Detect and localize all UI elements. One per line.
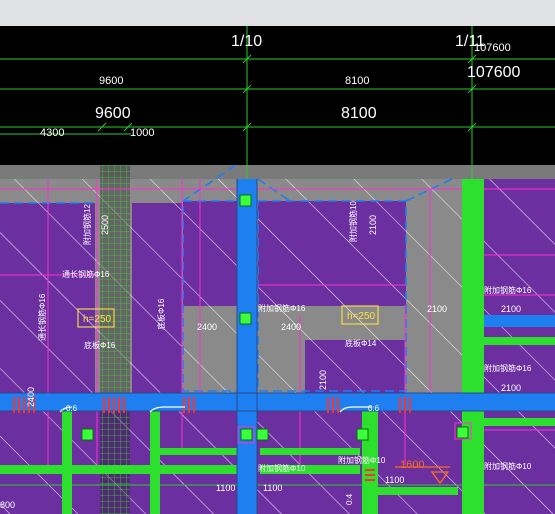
- dim-label-9600-large: 9600: [95, 105, 131, 122]
- dim-2400-c-group: 2400: [26, 387, 36, 407]
- slab-label-16: 底板Φ16: [84, 340, 116, 350]
- dim-label-4300: 4300: [40, 127, 64, 139]
- top-rebar-label-b: 附加钢筋10: [348, 201, 358, 242]
- top-rebar-label-a-group: 附加钢筋12: [82, 204, 92, 245]
- scale-06-a: 0:6: [66, 404, 78, 413]
- dim-2500: 2500: [100, 215, 110, 235]
- dim-2100-b: 2100: [501, 304, 521, 314]
- cad-drawing-canvas[interactable]: 1/10 1/11 107600 9600 8100 107600 9600 8…: [0, 26, 555, 514]
- dim-1100-a: 1100: [216, 483, 235, 493]
- top-rebar-label-a: 附加钢筋12: [82, 204, 92, 245]
- dim-label-1000: 1000: [130, 127, 154, 139]
- slab-label-16-b-group: 底板Φ16: [156, 298, 166, 330]
- scale-06-b: 0:6: [368, 404, 380, 413]
- floor-plan[interactable]: h=250 h=250 底板Φ14 底板Φ16 附加钢筋Φ16 附加钢筋Φ16 …: [0, 164, 555, 514]
- cap-label-e: 附加钢筋Φ10: [484, 461, 532, 471]
- slab-label-16-b: 底板Φ16: [156, 298, 166, 330]
- dim-2400-c: 2400: [26, 387, 36, 407]
- dim-2100-d-group: 2100: [368, 215, 378, 235]
- axis-label-1-10: 1/10: [231, 33, 262, 50]
- dim-2500-group: 2500: [100, 215, 110, 235]
- dim-2100-a: 2100: [427, 304, 447, 314]
- cap-label-c: 附加钢筋Φ16: [258, 303, 306, 313]
- dim-2100-d: 2100: [368, 215, 378, 235]
- axis-sub-label: 107600: [474, 42, 511, 54]
- cap-label-b: 附加钢筋Φ16: [484, 363, 532, 373]
- window-title-bar: [0, 0, 555, 27]
- scale-04: 0:4: [345, 493, 354, 505]
- cad-application: 1/10 1/11 107600 9600 8100 107600 9600 8…: [0, 0, 555, 514]
- h-label-left: h=250: [83, 314, 112, 325]
- cap-label-bottom: 附加钢筋Φ10: [338, 455, 386, 465]
- dim-label-8100-large: 8100: [341, 105, 377, 122]
- dim-label-9600-small: 9600: [99, 75, 123, 87]
- top-rebar-label-b-group: 附加钢筋10: [348, 201, 358, 242]
- h-label-mid: h=250: [347, 311, 376, 322]
- scale-04-group: 0:4: [345, 493, 354, 505]
- dim-800: 800: [0, 500, 15, 510]
- cap-label-d: 附加钢筋Φ10: [258, 463, 306, 473]
- long-rebar-label-b: 通长钢筋Φ16: [37, 293, 47, 341]
- long-rebar-label-a: 通长钢筋Φ16: [62, 269, 110, 279]
- dim-1100-c: 1100: [385, 475, 404, 485]
- long-rebar-label-b-group: 通长钢筋Φ16: [37, 293, 47, 341]
- dim-label-8100-small: 8100: [345, 75, 369, 87]
- dim-1100-b: 1100: [263, 483, 282, 493]
- slab-label-14: 底板Φ14: [345, 338, 377, 348]
- dim-2100-c: 2100: [501, 383, 521, 393]
- dim-1600: 1600: [400, 459, 424, 471]
- cap-label-a: 附加钢筋Φ16: [484, 285, 532, 295]
- dim-2400-b: 2400: [281, 322, 301, 332]
- total-dimension-label: 107600: [467, 64, 520, 81]
- dim-2100-e-group: 2100: [318, 370, 328, 390]
- dim-2400-a: 2400: [197, 322, 217, 332]
- dim-2100-e: 2100: [318, 370, 328, 390]
